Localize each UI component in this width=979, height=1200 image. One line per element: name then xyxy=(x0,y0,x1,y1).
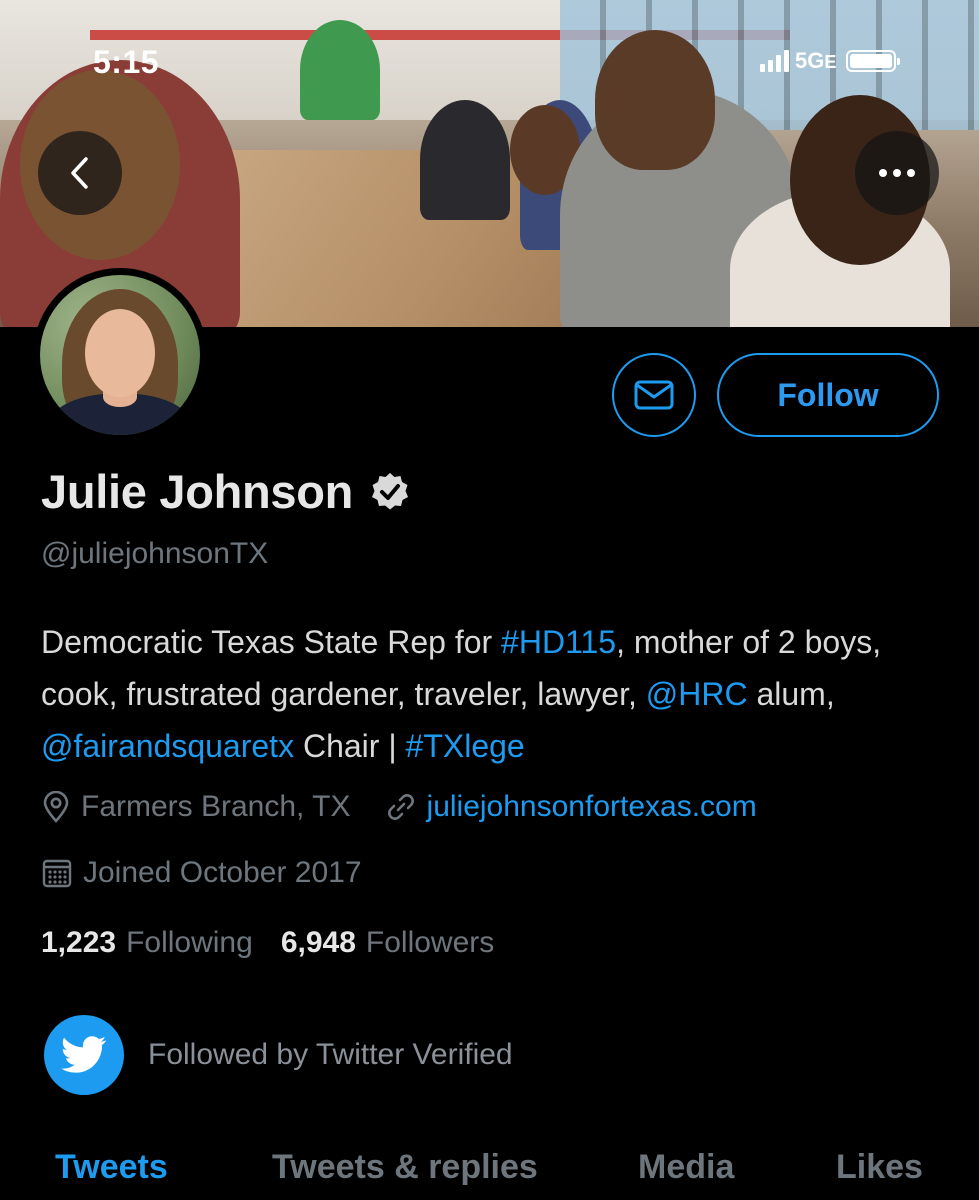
hashtag-link[interactable]: #TXlege xyxy=(406,728,525,764)
verified-badge-icon xyxy=(372,472,409,509)
calendar-icon xyxy=(41,857,73,889)
status-indicators: 5GE xyxy=(760,48,901,74)
back-button[interactable] xyxy=(38,131,122,215)
network-label: 5GE xyxy=(795,48,837,73)
profile-tabs: Tweets Tweets & replies Media Likes xyxy=(0,1140,979,1200)
follow-button[interactable]: Follow xyxy=(717,353,939,437)
profile-name: Julie Johnson xyxy=(41,465,354,518)
location-pin-icon xyxy=(41,791,71,823)
tab-tweets-replies[interactable]: Tweets & replies xyxy=(272,1148,538,1187)
profile-handle: @juliejohnsonTX xyxy=(41,537,269,570)
profile-meta-joined: Joined October 2017 xyxy=(41,856,362,890)
envelope-icon xyxy=(634,380,674,410)
avatar[interactable] xyxy=(33,268,207,442)
signal-icon xyxy=(760,50,789,72)
ellipsis-icon xyxy=(879,169,915,177)
mention-link[interactable]: @HRC xyxy=(646,676,748,712)
followed-by-text: Followed by Twitter Verified xyxy=(148,1038,513,1071)
profile-name-row: Julie Johnson xyxy=(41,464,411,519)
banner-figure xyxy=(300,20,380,120)
more-options-button[interactable] xyxy=(855,131,939,215)
following-stat[interactable]: 1,223 Following xyxy=(41,926,253,960)
message-button[interactable] xyxy=(612,353,696,437)
profile-meta-location: Farmers Branch, TX juliejohnsonfortexas.… xyxy=(41,790,757,824)
profile-bio: Democratic Texas State Rep for #HD115, m… xyxy=(41,624,882,764)
followed-by-row[interactable]: Followed by Twitter Verified xyxy=(44,1015,513,1095)
battery-icon xyxy=(846,50,901,72)
website-link[interactable]: juliejohnsonfortexas.com xyxy=(427,790,757,824)
hashtag-link[interactable]: #HD115 xyxy=(501,624,616,660)
twitter-bird-icon xyxy=(61,1036,107,1073)
tab-likes[interactable]: Likes xyxy=(836,1148,923,1187)
followers-stat[interactable]: 6,948 Followers xyxy=(281,926,494,960)
chevron-left-icon xyxy=(71,157,88,189)
joined-text: Joined October 2017 xyxy=(83,856,362,889)
profile-stats: 1,223 Following 6,948 Followers xyxy=(41,926,494,960)
tab-tweets[interactable]: Tweets xyxy=(55,1148,168,1187)
mention-link[interactable]: @fairandsquaretx xyxy=(41,728,294,764)
twitter-verified-avatar[interactable] xyxy=(44,1015,124,1095)
tab-media[interactable]: Media xyxy=(638,1148,734,1187)
status-time: 5:15 xyxy=(93,44,160,80)
banner-figure xyxy=(420,100,510,220)
banner-figure xyxy=(595,30,715,170)
location-text: Farmers Branch, TX xyxy=(81,790,351,823)
link-icon xyxy=(385,791,417,823)
